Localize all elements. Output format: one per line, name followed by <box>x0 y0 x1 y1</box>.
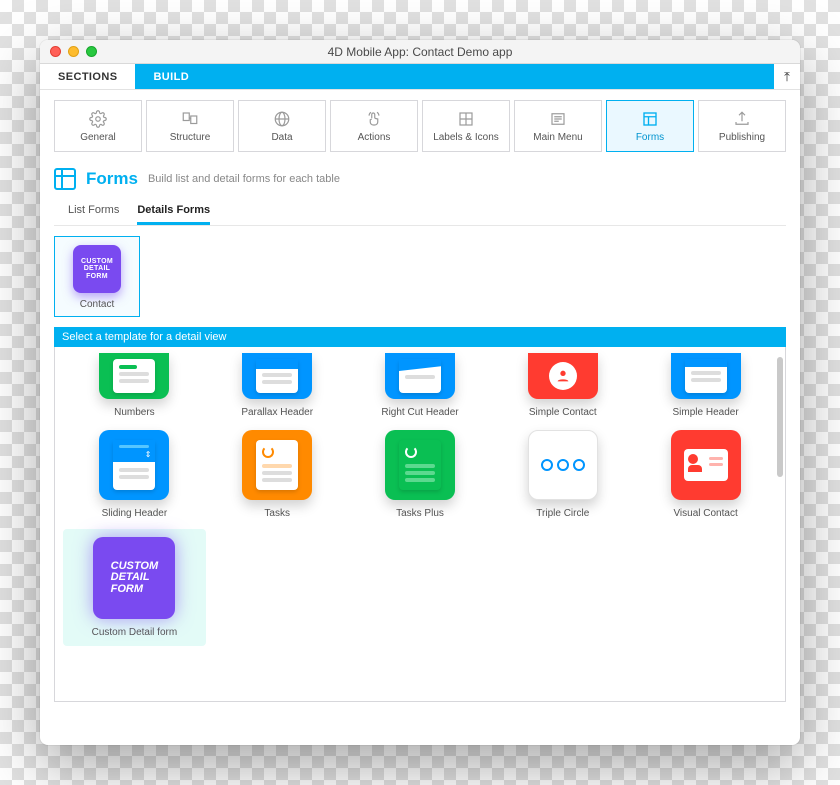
table-card-contact[interactable]: CUSTOM DETAIL FORM Contact <box>54 236 140 317</box>
template-banner: Select a template for a detail view <box>54 327 786 347</box>
nav-actions[interactable]: Actions <box>330 100 418 152</box>
page-subtitle: Build list and detail forms for each tab… <box>148 173 340 185</box>
upload-icon[interactable]: ⤒ <box>774 64 800 89</box>
template-numbers[interactable]: Numbers <box>63 351 206 418</box>
template-thumb <box>528 430 598 500</box>
page-title: Forms <box>86 169 138 189</box>
nav-labels[interactable]: Labels & Icons <box>422 100 510 152</box>
tap-icon <box>365 110 383 128</box>
template-label: Custom Detail form <box>92 627 178 638</box>
subtab-list-forms[interactable]: List Forms <box>68 204 119 225</box>
table-selector: CUSTOM DETAIL FORM Contact <box>40 226 800 317</box>
structure-icon <box>181 110 199 128</box>
nav-mainmenu[interactable]: Main Menu <box>514 100 602 152</box>
tab-sections[interactable]: SECTIONS <box>40 64 135 89</box>
nav-label: Structure <box>170 132 211 143</box>
template-label: Tasks <box>264 508 290 519</box>
template-thumb: ⇕ <box>99 430 169 500</box>
zoom-icon[interactable] <box>86 46 97 57</box>
page-heading: Forms Build list and detail forms for ea… <box>40 162 800 200</box>
template-custom-detail-form[interactable]: CUSTOM DETAIL FORM Custom Detail form <box>63 529 206 646</box>
template-thumb <box>671 353 741 399</box>
template-label: Visual Contact <box>673 508 737 519</box>
nav-label: General <box>80 132 116 143</box>
template-simple-header[interactable]: Simple Header <box>634 351 777 418</box>
nav-label: Data <box>271 132 292 143</box>
thumb-text: CUSTOM DETAIL FORM <box>111 561 158 596</box>
template-thumb: CUSTOM DETAIL FORM <box>93 537 175 619</box>
scrollbar-thumb[interactable] <box>777 357 783 477</box>
app-window: 4D Mobile App: Contact Demo app SECTIONS… <box>40 40 800 745</box>
template-grid: Numbers Parallax Header Right Cut Header <box>55 347 785 660</box>
window-title: 4D Mobile App: Contact Demo app <box>40 45 800 59</box>
nav-label: Labels & Icons <box>433 132 499 143</box>
nav-publishing[interactable]: Publishing <box>698 100 786 152</box>
template-visual-contact[interactable]: Visual Contact <box>634 428 777 519</box>
nav-label: Publishing <box>719 132 765 143</box>
table-name: Contact <box>80 299 114 310</box>
list-icon <box>549 110 567 128</box>
template-sliding-header[interactable]: ⇕ Sliding Header <box>63 428 206 519</box>
template-tasks-plus[interactable]: Tasks Plus <box>349 428 492 519</box>
template-label: Tasks Plus <box>396 508 444 519</box>
template-right-cut-header[interactable]: Right Cut Header <box>349 351 492 418</box>
nav-general[interactable]: General <box>54 100 142 152</box>
template-scroller[interactable]: Numbers Parallax Header Right Cut Header <box>54 347 786 702</box>
template-tasks[interactable]: Tasks <box>206 428 349 519</box>
titlebar: 4D Mobile App: Contact Demo app <box>40 40 800 64</box>
template-triple-circle[interactable]: Triple Circle <box>491 428 634 519</box>
template-thumb <box>242 353 312 399</box>
forms-page-icon <box>54 168 76 190</box>
template-label: Triple Circle <box>536 508 589 519</box>
template-thumb <box>671 430 741 500</box>
table-thumb-text: CUSTOM DETAIL FORM <box>81 258 113 280</box>
tab-build[interactable]: BUILD <box>135 64 774 89</box>
window-controls <box>50 46 97 57</box>
close-icon[interactable] <box>50 46 61 57</box>
nav-label: Main Menu <box>533 132 582 143</box>
template-simple-contact[interactable]: Simple Contact <box>491 351 634 418</box>
template-thumb <box>385 353 455 399</box>
nav-label: Forms <box>636 132 664 143</box>
nav-label: Actions <box>358 132 391 143</box>
template-label: Numbers <box>114 407 155 418</box>
upload-icon <box>733 110 751 128</box>
gear-icon <box>89 110 107 128</box>
template-thumb <box>385 430 455 500</box>
template-label: Right Cut Header <box>381 407 458 418</box>
layout-icon <box>641 110 659 128</box>
nav-structure[interactable]: Structure <box>146 100 234 152</box>
nav-forms[interactable]: Forms <box>606 100 694 152</box>
globe-icon <box>273 110 291 128</box>
template-label: Simple Contact <box>529 407 597 418</box>
template-thumb <box>99 353 169 399</box>
table-thumb: CUSTOM DETAIL FORM <box>73 245 121 293</box>
template-thumb <box>528 353 598 399</box>
section-nav: General Structure Data Actions Labels & … <box>40 90 800 162</box>
template-label: Simple Header <box>673 407 739 418</box>
form-subtabs: List Forms Details Forms <box>54 200 786 226</box>
nav-data[interactable]: Data <box>238 100 326 152</box>
template-label: Parallax Header <box>241 407 313 418</box>
minimize-icon[interactable] <box>68 46 79 57</box>
top-tabbar: SECTIONS BUILD ⤒ <box>40 64 800 90</box>
grid-icon <box>457 110 475 128</box>
subtab-details-forms[interactable]: Details Forms <box>137 204 210 225</box>
template-parallax-header[interactable]: Parallax Header <box>206 351 349 418</box>
template-thumb <box>242 430 312 500</box>
template-label: Sliding Header <box>102 508 168 519</box>
